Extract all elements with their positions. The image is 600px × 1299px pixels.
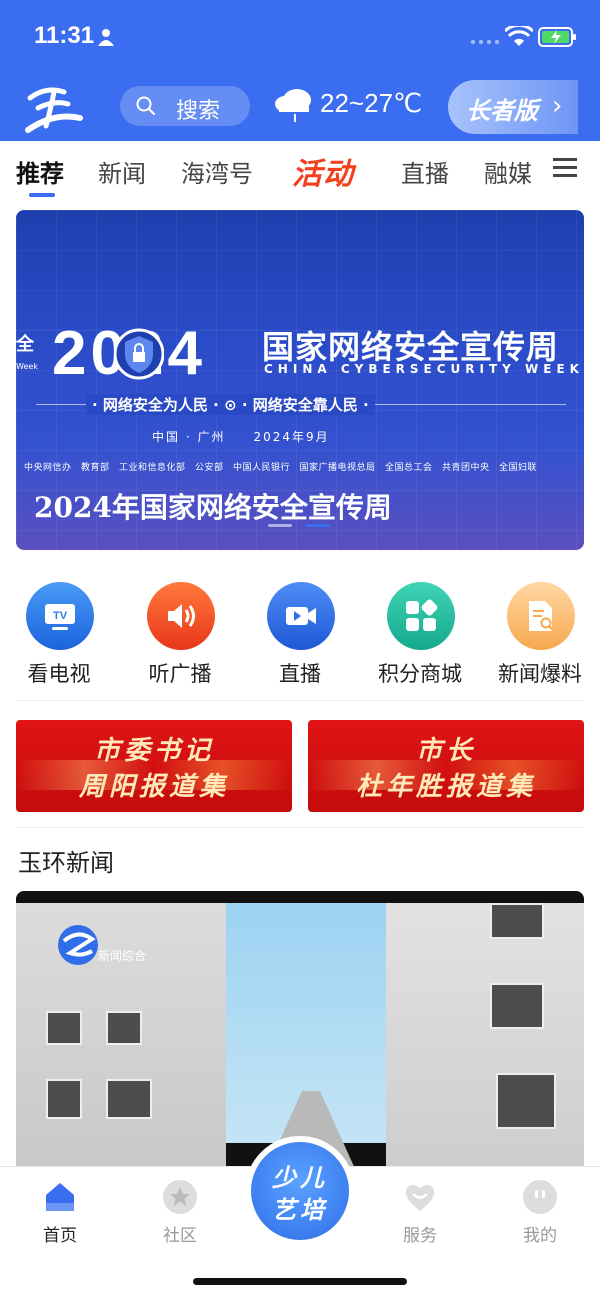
- window: [490, 983, 544, 1029]
- shortcut-label: 看电视: [27, 662, 91, 686]
- person-icon: [98, 29, 114, 46]
- divider: [16, 827, 584, 828]
- tab-media[interactable]: 融媒: [484, 154, 532, 189]
- search-icon: [136, 96, 156, 116]
- banner-title-en: CHINA CYBERSECURITY WEEK: [264, 362, 584, 376]
- search-placeholder: 搜索: [176, 99, 221, 124]
- channel-logo-icon: [58, 925, 98, 965]
- banner-side-small: Week: [16, 362, 38, 371]
- divider: [16, 700, 584, 701]
- nav-service[interactable]: 服务: [380, 1177, 460, 1247]
- nav-community[interactable]: 社区: [140, 1177, 220, 1247]
- channel-label: 新闻综合: [98, 949, 147, 963]
- shortcut-radio[interactable]: 听广播: [125, 582, 235, 692]
- promo-line2: 杜年胜报道集: [355, 772, 536, 802]
- banner-caption: 2024年国家网络安全宣传周: [34, 491, 392, 524]
- nav-home[interactable]: 首页: [20, 1177, 100, 1247]
- video-building-right: [386, 903, 584, 1171]
- status-bar: 11:31: [0, 0, 600, 72]
- nav-label: 首页: [43, 1226, 77, 1246]
- tab-bay-account[interactable]: 海湾号: [181, 154, 253, 189]
- center-button-line2: 艺培: [272, 1196, 328, 1224]
- chevron-right-icon: ›: [552, 91, 563, 121]
- news-video-card[interactable]: 新闻综合: [16, 891, 584, 1171]
- nav-label: 我的: [523, 1226, 557, 1246]
- banner-location-date: 中国 · 广州 2024年9月: [152, 430, 330, 444]
- shield-lock-icon: [114, 328, 164, 380]
- speaker-icon: [147, 582, 215, 650]
- carousel-dots: [268, 524, 338, 528]
- active-tab-indicator: [29, 193, 55, 197]
- home-icon: [46, 1183, 74, 1211]
- nav-profile[interactable]: 我的: [500, 1177, 580, 1247]
- app-header: 搜索 22~27℃ 长者版 ›: [0, 72, 600, 140]
- community-star-icon: [163, 1180, 197, 1214]
- nav-label: 社区: [163, 1226, 197, 1246]
- tab-news[interactable]: 新闻: [98, 154, 146, 189]
- heart-service-icon: [405, 1184, 435, 1211]
- center-button-line1: 少儿: [272, 1164, 328, 1192]
- carousel-dot[interactable]: [268, 524, 292, 527]
- apps-grid-icon: [387, 582, 455, 650]
- document-search-icon: [507, 582, 575, 650]
- secretary-report-button[interactable]: 市委书记 周阳报道集: [16, 720, 292, 812]
- window: [106, 1079, 152, 1119]
- elder-mode-button[interactable]: 长者版 ›: [448, 80, 578, 134]
- window: [46, 1079, 82, 1119]
- tv-icon: TV: [26, 582, 94, 650]
- shortcut-label: 直播: [279, 662, 321, 686]
- tab-recommend[interactable]: 推荐: [16, 154, 64, 189]
- battery-charging-icon: [538, 27, 576, 47]
- profile-icon: [523, 1180, 557, 1214]
- temperature-text: 22~27℃: [320, 88, 423, 118]
- shortcut-news-tip[interactable]: 新闻爆料: [485, 582, 595, 692]
- hero-banner[interactable]: 全 Week 2024 国家网络安全宣传周 CHINA CYBERSECURIT…: [16, 210, 584, 550]
- promo-line1: 市委书记: [93, 736, 214, 766]
- section-title: 玉环新闻: [18, 849, 114, 877]
- app-logo-icon[interactable]: [24, 82, 84, 134]
- shortcut-points-mall[interactable]: 积分商城: [365, 582, 475, 692]
- banner-organizers: 中央网信办 教育部 工业和信息化部 公安部 中国人民银行 国家广播电视总局 全国…: [24, 463, 538, 473]
- shortcut-tv[interactable]: TV 看电视: [4, 582, 114, 692]
- shortcut-label: 新闻爆料: [498, 662, 582, 686]
- elder-mode-label: 长者版: [466, 97, 538, 125]
- video-camera-icon: [267, 582, 335, 650]
- promo-line2: 周阳报道集: [78, 772, 229, 802]
- window: [46, 1011, 82, 1045]
- wifi-icon: [505, 26, 533, 46]
- home-indicator[interactable]: [193, 1278, 407, 1285]
- carousel-dot-active[interactable]: [306, 524, 330, 527]
- channel-tabs: 推荐 新闻 海湾号 活动 直播 融媒: [0, 141, 600, 203]
- banner-side-text: 全: [16, 334, 34, 355]
- promo-line1: 市长: [415, 736, 476, 766]
- signal-icon: [470, 39, 500, 45]
- window: [496, 1073, 556, 1129]
- tab-activity[interactable]: 活动: [292, 149, 354, 193]
- tab-live[interactable]: 直播: [401, 154, 449, 189]
- shortcut-label: 积分商城: [378, 662, 462, 686]
- kids-art-training-button[interactable]: 少儿 艺培: [251, 1142, 349, 1240]
- status-time: 11:31: [34, 22, 95, 49]
- banner-slogan: · 网络安全为人民 · ⊙ · 网络安全靠人民 ·: [86, 394, 375, 415]
- window: [490, 903, 544, 939]
- shortcut-grid: TV 看电视 听广播 直播 积分商城 新闻爆料: [0, 560, 600, 700]
- nav-label: 服务: [403, 1226, 437, 1246]
- menu-icon[interactable]: [553, 157, 577, 177]
- svg-text:TV: TV: [53, 610, 68, 622]
- window: [106, 1011, 142, 1045]
- shortcut-live[interactable]: 直播: [245, 582, 355, 692]
- shortcut-label: 听广播: [148, 662, 212, 686]
- cloudy-rain-icon: [275, 89, 311, 122]
- mayor-report-button[interactable]: 市长 杜年胜报道集: [308, 720, 584, 812]
- search-bar[interactable]: 搜索: [120, 86, 250, 126]
